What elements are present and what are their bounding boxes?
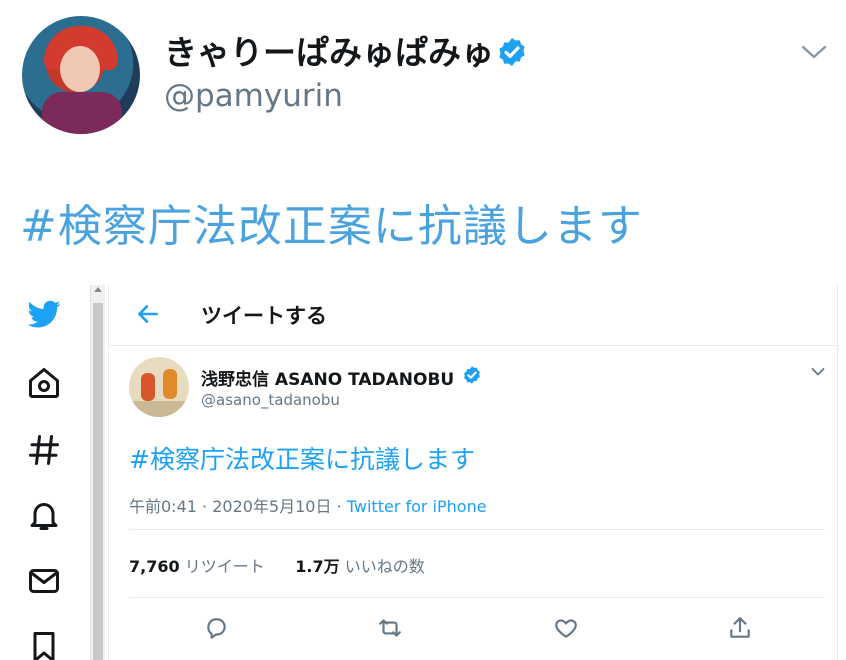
chevron-down-icon[interactable] [811,367,825,377]
tweet-date[interactable]: 2020年5月10日 [212,497,331,516]
bell-icon[interactable] [26,497,62,533]
avatar-body [42,92,122,134]
outer-tweet-header: きゃりーぱみゅぱみゅ @pamyurin [0,0,846,150]
tweet-time[interactable]: 午前0:41 [129,497,197,516]
reply-icon[interactable] [203,615,229,641]
twitter-bird-icon[interactable] [26,297,62,333]
left-nav [0,285,88,660]
avatar-figure [141,373,155,401]
handle[interactable]: @pamyurin [164,78,343,114]
tweet-panel: ツイートする 浅野忠信 ASANO TADANOBU @asano_tadano… [108,285,838,660]
tweet-text[interactable]: #検察庁法改正案に抗議します [129,440,475,476]
display-name[interactable]: きゃりーぱみゅぱみゅ [164,26,494,74]
embedded-screenshot: ツイートする 浅野忠信 ASANO TADANOBU @asano_tadano… [0,285,846,660]
retweets-label: リツイート [184,557,265,576]
mail-icon[interactable] [26,563,62,599]
tweet-stats: 7,760 リツイート 1.7万 いいねの数 [129,553,425,577]
retweet-icon[interactable] [377,615,403,641]
like-icon[interactable] [553,615,579,641]
likes-count: 1.7万 [295,557,340,576]
avatar[interactable] [129,357,189,417]
back-arrow-icon[interactable] [135,301,161,327]
avatar-figure [163,369,177,399]
tweet-source-link[interactable]: Twitter for iPhone [347,497,487,516]
meta-separator: · [202,497,208,516]
divider [129,597,825,598]
verified-badge-icon [499,38,525,66]
likes-label: いいねの数 [344,557,425,576]
scrollbar[interactable] [90,285,105,660]
avatar[interactable] [22,16,140,134]
panel-header: ツイートする [109,285,837,346]
avatar-ground [129,401,189,417]
display-name[interactable]: 浅野忠信 ASANO TADANOBU [201,365,454,390]
home-icon[interactable] [26,365,62,401]
retweets-stat[interactable]: 7,760 リツイート [129,557,265,576]
tweet-meta: 午前0:41 · 2020年5月10日 · Twitter for iPhone [129,493,487,517]
retweets-count: 7,760 [129,557,180,576]
meta-separator: · [336,497,342,516]
tweet-text[interactable]: #検察庁法改正案に抗議します [20,190,643,254]
avatar-face [60,46,100,92]
bookmark-icon[interactable] [26,629,62,660]
handle[interactable]: @asano_tadanobu [201,391,340,409]
scrollbar-thumb[interactable] [93,303,103,660]
likes-stat[interactable]: 1.7万 いいねの数 [295,557,424,576]
hashtag-icon[interactable] [26,432,62,468]
verified-badge-icon [464,366,480,384]
scroll-up-arrow-icon[interactable] [94,287,102,292]
share-icon[interactable] [727,615,753,641]
chevron-down-icon[interactable] [800,42,828,62]
page-title: ツイートする [201,304,327,328]
divider [129,529,825,530]
